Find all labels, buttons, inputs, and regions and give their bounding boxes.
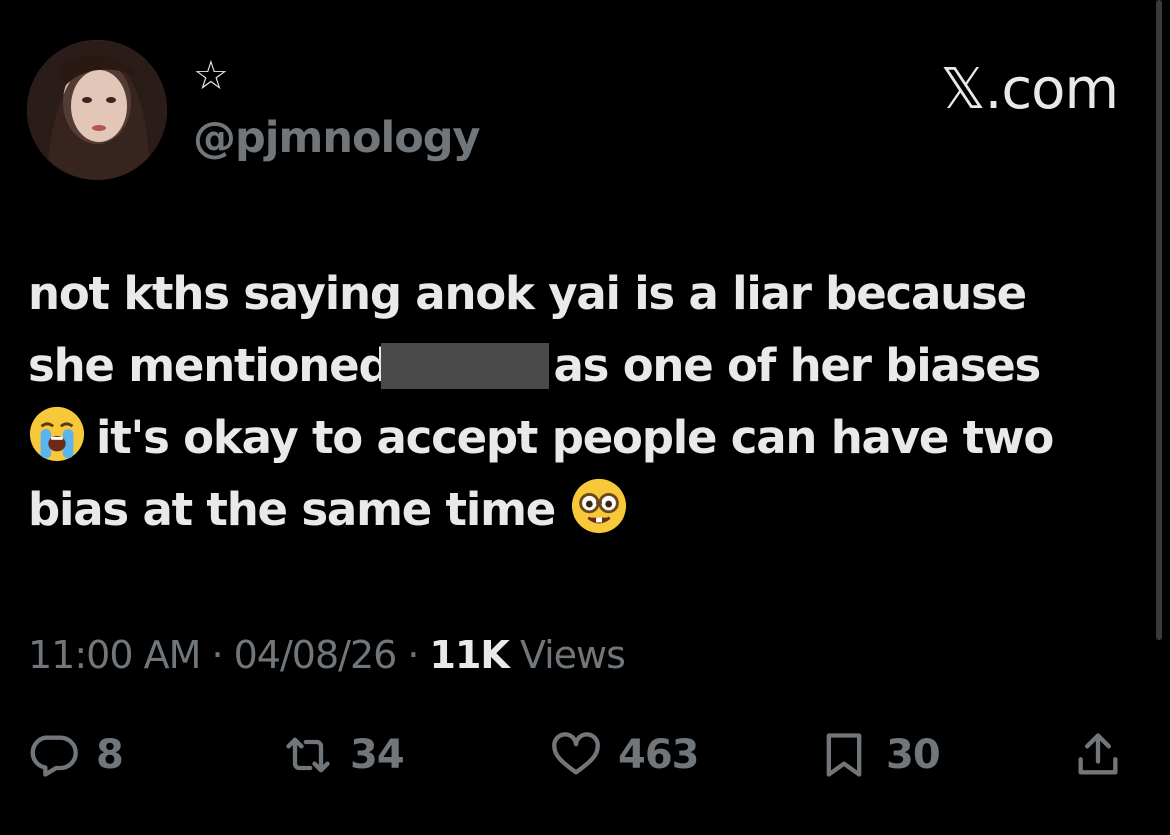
tweet-time[interactable]: 11:00 AM (28, 633, 201, 677)
tweet-metadata: 11:00 AM · 04/08/26 · 11K Views (28, 630, 626, 680)
tweet-line-3-text: it's okay to accept people can have two (96, 411, 1054, 464)
share-button[interactable] (1072, 725, 1124, 785)
like-button[interactable]: 463 (550, 725, 699, 785)
bookmark-icon (826, 733, 862, 777)
views-count: 11K (429, 633, 510, 677)
meta-separator: · (396, 633, 430, 677)
tweet-line-2-start: she mentioned (28, 339, 391, 392)
tweet-text: not kths saying anok yai is a liar becau… (28, 258, 1138, 546)
bookmark-button[interactable]: 30 (818, 725, 941, 785)
tweet-line-3: it's okay to accept people can have two (28, 402, 1138, 474)
repost-button[interactable]: 34 (282, 725, 405, 785)
meta-separator: · (200, 633, 234, 677)
star-outline-icon: ☆ (193, 53, 229, 99)
profile-photo (27, 40, 167, 180)
share-icon (1078, 733, 1118, 775)
reply-icon (30, 735, 78, 777)
reply-button[interactable]: 8 (28, 725, 124, 785)
author-handle[interactable]: @pjmnology (193, 112, 481, 164)
nerd-face-emoji (570, 477, 628, 535)
tweet-date[interactable]: 04/08/26 (234, 633, 398, 677)
heart-icon (552, 732, 600, 775)
tweet-line-2: she mentioned as one of her biases (28, 330, 1138, 402)
tweet-actions-bar: 8 34 463 30 (0, 725, 1170, 795)
repost-icon (286, 737, 330, 773)
tweet-line-4-text: bias at the same time (28, 483, 556, 536)
like-count: 463 (618, 732, 699, 778)
bookmark-count: 30 (886, 732, 941, 778)
loudly-crying-face-emoji (28, 405, 86, 463)
x-com-watermark: 𝕏.com (940, 57, 1119, 122)
repost-count: 34 (350, 732, 405, 778)
reply-count: 8 (96, 732, 124, 778)
avatar[interactable] (27, 40, 167, 180)
redaction-block (381, 343, 550, 389)
tweet-line-1: not kths saying anok yai is a liar becau… (28, 267, 1027, 320)
tweet-line-2-end: as one of her biases (553, 339, 1041, 392)
scrollbar[interactable] (1156, 0, 1162, 640)
tweet-line-4: bias at the same time (28, 474, 1138, 546)
views-label: Views (508, 633, 626, 677)
